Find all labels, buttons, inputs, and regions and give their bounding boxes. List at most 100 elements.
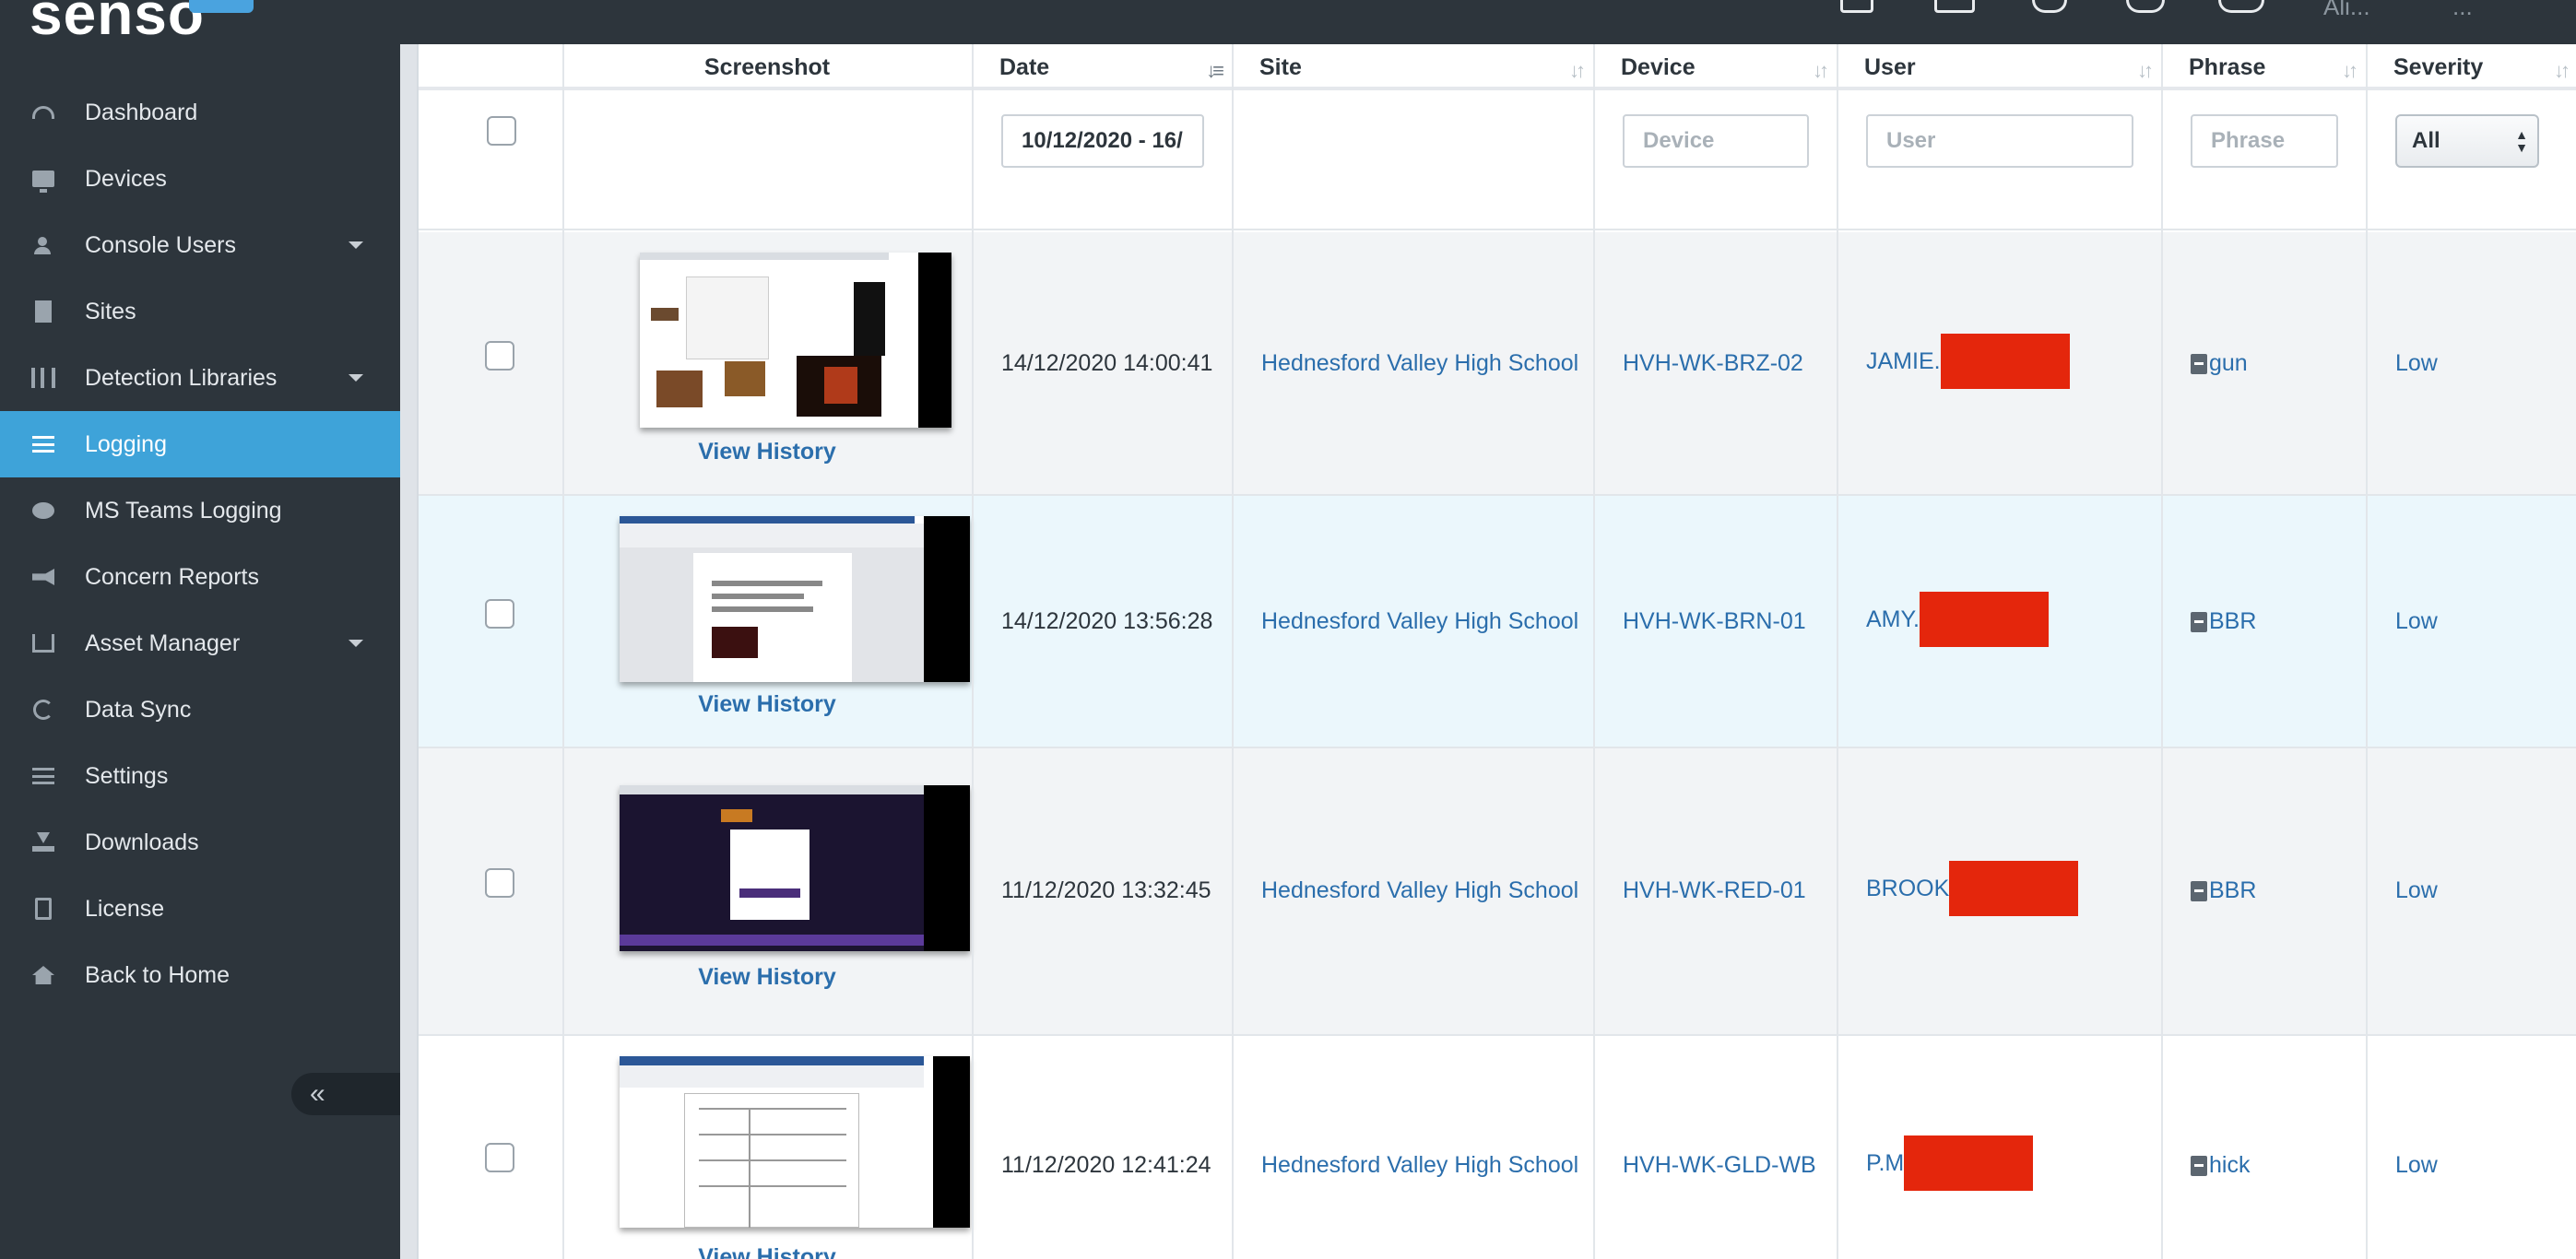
sidebar-item-dashboard[interactable]: Dashboard bbox=[0, 79, 400, 146]
sidebar-item-concern-reports[interactable]: Concern Reports bbox=[0, 544, 400, 610]
severity-link[interactable]: Low bbox=[2395, 350, 2438, 377]
table-row[interactable]: View History 11/12/2020 13:32:45 Hednesf… bbox=[419, 748, 2576, 1036]
sidebar-item-label: Asset Manager bbox=[85, 630, 241, 656]
table-row[interactable]: View History 14/12/2020 13:56:28 Hednesf… bbox=[419, 496, 2576, 748]
help-icon[interactable] bbox=[2126, 0, 2165, 13]
user-link[interactable]: AMY. bbox=[1866, 592, 2049, 647]
view-history-link[interactable]: View History bbox=[562, 691, 972, 718]
users-icon bbox=[30, 233, 57, 257]
user-name[interactable]: Ali... bbox=[2323, 0, 2370, 21]
sidebar-item-asset-manager[interactable]: Asset Manager bbox=[0, 610, 400, 677]
severity-link[interactable]: Low bbox=[2395, 877, 2438, 904]
site-link[interactable]: Hednesford Valley High School bbox=[1261, 877, 1578, 904]
phrase-link[interactable]: gun bbox=[2191, 350, 2248, 377]
sites-icon[interactable] bbox=[1840, 0, 1873, 13]
sidebar-item-label: License bbox=[85, 895, 165, 922]
sort-icon[interactable]: ↓↑ bbox=[1569, 59, 1586, 83]
phrase-link[interactable]: BBR bbox=[2191, 608, 2256, 635]
sort-icon[interactable]: ↓↑ bbox=[1813, 59, 1829, 83]
sidebar-collapse-button[interactable]: « bbox=[291, 1073, 400, 1115]
sidebar-item-sites[interactable]: Sites bbox=[0, 278, 400, 345]
phrase-filter-input[interactable]: Phrase bbox=[2191, 114, 2338, 168]
sort-icon[interactable]: ↓↑ bbox=[2342, 59, 2358, 83]
user-link[interactable]: P.M bbox=[1866, 1135, 2034, 1191]
column-header-label: Device bbox=[1621, 53, 1696, 80]
row-checkbox[interactable] bbox=[485, 1143, 514, 1172]
table-filter-row: 10/12/2020 - 16/ Device User Phrase All … bbox=[419, 94, 2576, 230]
table-row[interactable]: View History 11/12/2020 12:41:24 Hednesf… bbox=[419, 1036, 2576, 1259]
column-header-screenshot: Screenshot bbox=[562, 44, 972, 90]
sidebar-item-license[interactable]: License bbox=[0, 876, 400, 942]
screenshot-thumbnail[interactable] bbox=[620, 785, 970, 951]
phrase-text: BBR bbox=[2209, 608, 2257, 634]
row-checkbox[interactable] bbox=[485, 599, 514, 629]
device-link[interactable]: HVH-WK-GLD-WB bbox=[1623, 1152, 1816, 1179]
mail-icon[interactable] bbox=[1934, 0, 1975, 13]
device-link[interactable]: HVH-WK-BRZ-02 bbox=[1623, 350, 1803, 377]
sidebar-item-label: Sites bbox=[85, 298, 136, 324]
view-history-link[interactable]: View History bbox=[562, 439, 972, 465]
logging-table-panel: Screenshot Date ↓≡ Site ↓↑ Device ↓↑ Use… bbox=[417, 44, 2576, 1259]
column-header-severity[interactable]: Severity ↓↑ bbox=[2366, 44, 2576, 90]
view-history-link[interactable]: View History bbox=[562, 1244, 972, 1259]
device-filter-input[interactable]: Device bbox=[1623, 114, 1809, 168]
user-link[interactable]: BROOK bbox=[1866, 861, 2079, 916]
column-header-label: Screenshot bbox=[703, 53, 831, 80]
date-cell: 14/12/2020 14:00:41 bbox=[1001, 350, 1213, 376]
screenshot-thumbnail[interactable] bbox=[640, 253, 951, 428]
phrase-text: hick bbox=[2209, 1152, 2251, 1178]
site-link[interactable]: Hednesford Valley High School bbox=[1261, 608, 1578, 635]
column-divider bbox=[1837, 44, 1838, 1259]
chat-icon[interactable] bbox=[2218, 0, 2264, 13]
column-header-date[interactable]: Date ↓≡ bbox=[972, 44, 1232, 90]
sort-icon[interactable]: ↓↑ bbox=[2554, 59, 2570, 83]
building-icon bbox=[30, 300, 57, 324]
device-link[interactable]: HVH-WK-BRN-01 bbox=[1623, 608, 1806, 635]
sidebar-item-label: Detection Libraries bbox=[85, 364, 278, 391]
severity-link[interactable]: Low bbox=[2395, 608, 2438, 635]
row-checkbox[interactable] bbox=[485, 868, 514, 898]
view-history-link[interactable]: View History bbox=[562, 964, 972, 991]
severity-filter-select[interactable]: All ▲ ▼ bbox=[2395, 114, 2539, 168]
column-header-phrase[interactable]: Phrase ↓↑ bbox=[2161, 44, 2366, 90]
screenshot-thumbnail[interactable] bbox=[620, 516, 970, 682]
redaction-block bbox=[1940, 334, 2070, 389]
column-divider bbox=[972, 44, 974, 1259]
device-link[interactable]: HVH-WK-RED-01 bbox=[1623, 877, 1806, 904]
sidebar-item-logging[interactable]: Logging bbox=[0, 411, 400, 477]
user-menu[interactable]: ... bbox=[2452, 0, 2473, 21]
severity-link[interactable]: Low bbox=[2395, 1152, 2438, 1179]
site-link[interactable]: Hednesford Valley High School bbox=[1261, 350, 1578, 377]
sidebar-item-downloads[interactable]: Downloads bbox=[0, 809, 400, 876]
sidebar-item-ms-teams-logging[interactable]: MS Teams Logging bbox=[0, 477, 400, 544]
document-icon bbox=[30, 897, 57, 921]
phrase-link[interactable]: hick bbox=[2191, 1152, 2250, 1179]
screenshot-thumbnail[interactable] bbox=[620, 1056, 970, 1228]
sidebar-item-back-to-home[interactable]: Back to Home bbox=[0, 942, 400, 1008]
phrase-link[interactable]: BBR bbox=[2191, 877, 2256, 904]
user-name-text: BROOK bbox=[1866, 875, 1950, 901]
user-filter-input[interactable]: User bbox=[1866, 114, 2133, 168]
sort-icon[interactable]: ↓↑ bbox=[2137, 59, 2154, 83]
chevron-down-icon bbox=[349, 374, 363, 382]
row-checkbox[interactable] bbox=[485, 341, 514, 371]
sidebar-item-label: Downloads bbox=[85, 829, 199, 855]
gear-icon[interactable] bbox=[2032, 0, 2067, 13]
brand-logo[interactable]: senso bbox=[30, 0, 205, 48]
column-header-device[interactable]: Device ↓↑ bbox=[1593, 44, 1837, 90]
user-name-text: JAMIE. bbox=[1866, 347, 1941, 374]
date-range-filter[interactable]: 10/12/2020 - 16/ bbox=[1001, 114, 1204, 168]
sidebar-item-console-users[interactable]: Console Users bbox=[0, 212, 400, 278]
sidebar-item-detection-libraries[interactable]: Detection Libraries bbox=[0, 345, 400, 411]
column-header-site[interactable]: Site ↓↑ bbox=[1232, 44, 1593, 90]
column-header-user[interactable]: User ↓↑ bbox=[1837, 44, 2161, 90]
sidebar-item-data-sync[interactable]: Data Sync bbox=[0, 677, 400, 743]
phrase-text: BBR bbox=[2209, 877, 2257, 903]
user-link[interactable]: JAMIE. bbox=[1866, 334, 2070, 389]
select-all-checkbox[interactable] bbox=[487, 116, 516, 146]
sidebar-item-settings[interactable]: Settings bbox=[0, 743, 400, 809]
site-link[interactable]: Hednesford Valley High School bbox=[1261, 1152, 1578, 1179]
sort-desc-icon[interactable]: ↓≡ bbox=[1206, 59, 1224, 83]
table-row[interactable]: View History 14/12/2020 14:00:41 Hednesf… bbox=[419, 232, 2576, 496]
sidebar-item-devices[interactable]: Devices bbox=[0, 146, 400, 212]
